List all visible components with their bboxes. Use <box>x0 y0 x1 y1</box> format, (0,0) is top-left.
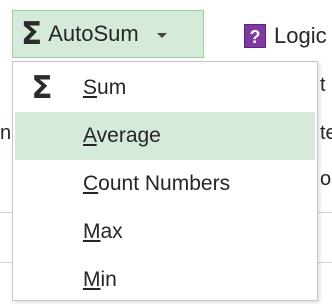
menu-item-label: Max <box>83 220 123 243</box>
autosum-dropdown-menu: Σ Sum Average Count Numbers Max Min <box>12 61 318 301</box>
menu-item-average[interactable]: Average <box>15 112 315 160</box>
menu-item-sum[interactable]: Σ Sum <box>15 64 315 112</box>
sheet-divider <box>0 212 12 213</box>
sheet-divider <box>0 262 12 263</box>
logical-button[interactable]: ? Logic <box>244 22 327 50</box>
autosum-button[interactable]: Σ AutoSum <box>12 10 204 58</box>
ribbon: Σ AutoSum ? Logic <box>0 0 332 60</box>
background-text-fragment: t <box>320 74 326 96</box>
logical-label: Logic <box>274 23 327 48</box>
menu-item-label: Sum <box>83 76 127 99</box>
sigma-icon: Σ <box>21 15 43 52</box>
sigma-icon: Σ <box>31 70 53 106</box>
autosum-label: AutoSum <box>48 21 139 46</box>
background-text-fragment: on <box>320 168 332 190</box>
menu-item-label: Count Numbers <box>83 172 231 195</box>
menu-item-count-numbers[interactable]: Count Numbers <box>15 160 315 208</box>
menu-item-label: Average <box>83 124 161 147</box>
menu-item-label: Min <box>83 268 117 291</box>
sheet-divider <box>318 212 332 213</box>
sheet-divider <box>318 262 332 263</box>
chevron-down-icon[interactable] <box>156 32 167 38</box>
menu-item-max[interactable]: Max <box>15 208 315 256</box>
menu-item-min[interactable]: Min <box>15 256 315 304</box>
background-text-fragment: n <box>0 122 12 144</box>
background-text-fragment: te <box>320 122 332 144</box>
logical-function-icon: ? <box>244 24 266 48</box>
